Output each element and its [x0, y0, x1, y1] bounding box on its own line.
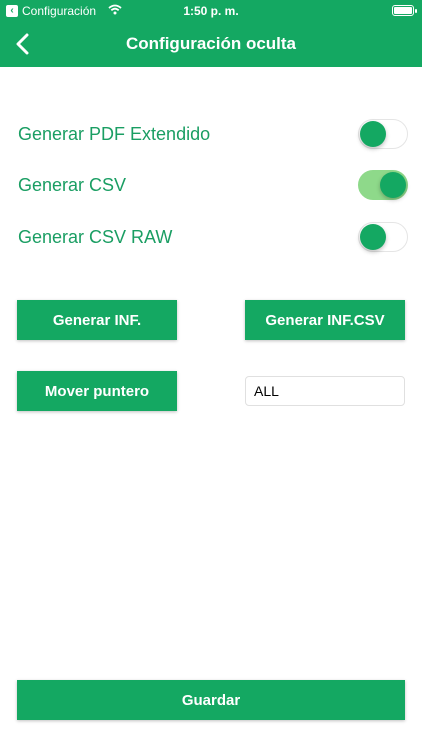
toggle-knob — [380, 172, 406, 198]
setting-label-csv-raw: Generar CSV RAW — [18, 226, 173, 247]
generate-inf-csv-button[interactable]: Generar INF.CSV — [245, 300, 405, 340]
toggle-csv[interactable] — [358, 170, 408, 200]
toggle-csv-raw[interactable] — [358, 222, 408, 252]
toggle-pdf-extended[interactable] — [358, 119, 408, 149]
page-title: Configuración oculta — [126, 34, 296, 53]
toggle-knob — [360, 121, 386, 147]
setting-label-pdf-extended: Generar PDF Extendido — [18, 123, 211, 144]
setting-row-csv: Generar CSV — [18, 167, 408, 203]
setting-label-csv: Generar CSV — [18, 174, 127, 195]
setting-row-pdf-extended: Generar PDF Extendido — [18, 116, 408, 152]
move-pointer-button[interactable]: Mover puntero — [17, 371, 177, 411]
header-bar: ‹ Configuración 1:50 p. m. Configuración… — [0, 0, 422, 67]
generate-inf-button[interactable]: Generar INF. — [17, 300, 177, 340]
status-time: 1:50 p. m. — [183, 4, 239, 18]
save-button[interactable]: Guardar — [17, 680, 405, 720]
pointer-input[interactable]: ALL — [245, 376, 405, 406]
setting-row-csv-raw: Generar CSV RAW — [18, 219, 408, 255]
toggle-knob — [360, 224, 386, 250]
status-bar: ‹ Configuración 1:50 p. m. — [0, 0, 422, 22]
battery-icon — [392, 5, 417, 16]
